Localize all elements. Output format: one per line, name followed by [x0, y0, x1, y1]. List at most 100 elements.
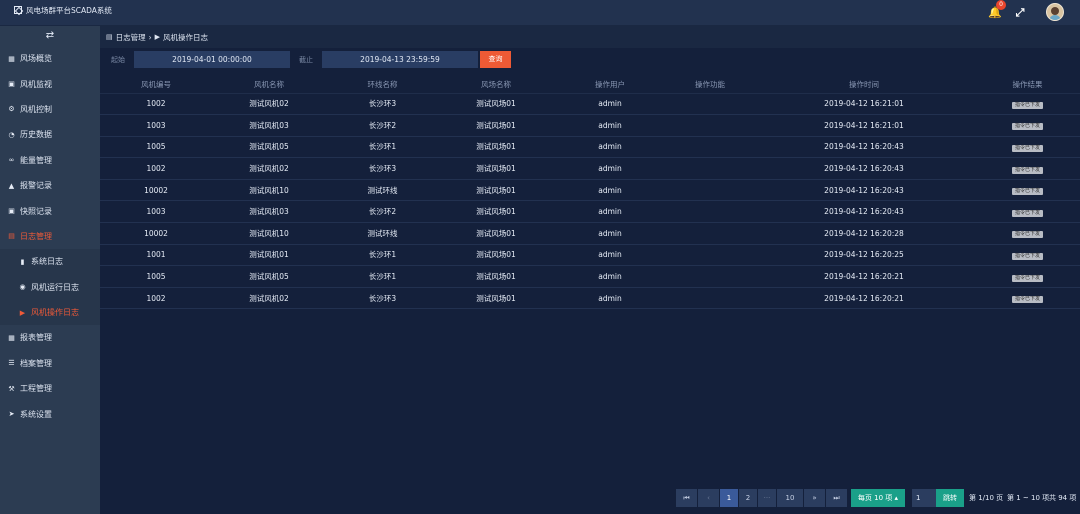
- notification-count-badge: 0: [996, 0, 1006, 10]
- start-time-input[interactable]: 2019-04-01 00:00:00: [134, 51, 290, 68]
- camera-icon: ▣: [8, 80, 15, 89]
- sidebar-item-logs[interactable]: ▤ 日志管理: [0, 224, 100, 249]
- sidebar-item-monitor[interactable]: ▣ 风机监视: [0, 71, 100, 96]
- table-cell: 测试风机02: [212, 287, 326, 310]
- sidebar-item-label: 风机运行日志: [31, 282, 79, 292]
- jump-button[interactable]: 跳转: [936, 489, 964, 507]
- table-cell: 测试风机05: [212, 265, 326, 288]
- sidebar-item-alarms[interactable]: ▲ 报警记录: [0, 173, 100, 198]
- end-time-input[interactable]: 2019-04-13 23:59:59: [322, 51, 478, 68]
- table-cell: 1003: [100, 114, 212, 137]
- page-button[interactable]: 2: [739, 489, 757, 507]
- table-cell: 2019-04-12 16:20:28: [753, 222, 975, 245]
- top-bar: 风电场群平台SCADA系统 🔔 0 ⤢: [0, 0, 1080, 26]
- sidebar-item-system-log[interactable]: ▮ 系统日志: [0, 249, 100, 274]
- table-header-row: 风机编号 风机名称 环线名称 风场名称 操作用户 操作功能 操作时间 操作结果: [100, 76, 1080, 94]
- table-cell: 测试风机02: [212, 93, 326, 116]
- breadcrumb-parent[interactable]: 日志管理: [116, 32, 146, 43]
- table-cell: 1002: [100, 287, 212, 310]
- fullscreen-icon[interactable]: ⤢: [1013, 6, 1027, 20]
- column-header: 风机编号: [100, 76, 212, 94]
- table-cell: 测试风机03: [212, 114, 326, 137]
- sidebar-item-turbine-run-log[interactable]: ◉ 风机运行日志: [0, 275, 100, 300]
- table-row: 1005 测试风机05 长沙环1 测试风场01 admin 2019-04-12 16:2…: [100, 136, 1080, 159]
- table-cell: 测试环线: [326, 222, 439, 245]
- last-page-button[interactable]: ⏭: [826, 489, 847, 507]
- sidebar-item-label: 快照记录: [20, 206, 52, 216]
- table-body: 1002 测试风机02 长沙环3 测试风场01 admin 2019-04-12 16:2…: [100, 93, 1080, 310]
- result-cell: 指令已下发: [975, 179, 1080, 202]
- table-cell: [667, 265, 753, 288]
- table-cell: 长沙环3: [326, 93, 439, 116]
- status-badge: 指令已下发: [1011, 144, 1043, 152]
- status-badge: 指令已下发: [1011, 123, 1043, 131]
- sidebar-item-settings[interactable]: ➤ 系统设置: [0, 401, 100, 426]
- result-cell: 指令已下发: [975, 157, 1080, 180]
- table-cell: admin: [553, 244, 667, 267]
- sidebar-item-energy[interactable]: ∞ 能量管理: [0, 148, 100, 173]
- status-badge: 指令已下发: [1011, 188, 1043, 196]
- column-header: 操作时间: [753, 76, 975, 94]
- column-header: 环线名称: [326, 76, 439, 94]
- sidebar-item-archives[interactable]: ☰ 档案管理: [0, 351, 100, 376]
- table-cell: [667, 114, 753, 137]
- table-cell: [667, 222, 753, 245]
- table-cell: admin: [553, 287, 667, 310]
- table-cell: 1001: [100, 244, 212, 267]
- list-icon: ☰: [8, 359, 15, 368]
- sidebar-item-label: 系统日志: [31, 257, 63, 267]
- status-badge: 指令已下发: [1011, 274, 1043, 282]
- table-cell: 1003: [100, 200, 212, 224]
- page-ellipsis: ···: [758, 489, 776, 507]
- app-brand: 风电场群平台SCADA系统: [14, 4, 112, 16]
- sidebar-item-overview[interactable]: ▦ 风场概览: [0, 46, 100, 71]
- table-row: 1005 测试风机05 长沙环1 测试风场01 admin 2019-04-12 16:2…: [100, 265, 1080, 288]
- page-button[interactable]: 10: [777, 489, 803, 507]
- result-cell: 指令已下发: [975, 265, 1080, 288]
- file-icon: ▤: [8, 232, 15, 241]
- next-page-button[interactable]: »: [804, 489, 825, 507]
- sidebar-item-label: 档案管理: [20, 358, 52, 368]
- sidebar-item-snapshots[interactable]: ▣ 快照记录: [0, 198, 100, 223]
- sidebar-item-turbine-op-log[interactable]: ▶ 风机操作日志: [0, 300, 100, 325]
- play-icon: ▶: [19, 308, 26, 317]
- sidebar-item-reports[interactable]: ▦ 报表管理: [0, 325, 100, 350]
- query-button[interactable]: 查询: [480, 51, 511, 68]
- table-cell: 测试风场01: [439, 265, 553, 288]
- breadcrumb: ▤ 日志管理 › ▶ 风机操作日志: [100, 26, 1080, 48]
- page-button[interactable]: 1: [720, 489, 738, 507]
- result-cell: 指令已下发: [975, 287, 1080, 310]
- sidebar-item-engineering[interactable]: ⚒ 工程管理: [0, 376, 100, 401]
- jump-page-input[interactable]: 1: [912, 489, 936, 507]
- table-row: 1002 测试风机02 长沙环3 测试风场01 admin 2019-04-12 16:2…: [100, 93, 1080, 116]
- table-cell: 测试风机10: [212, 222, 326, 245]
- page-size-select[interactable]: 每页 10 项 ▴: [851, 489, 905, 507]
- collapse-icon[interactable]: ⇄: [0, 26, 100, 46]
- table-cell: 1005: [100, 265, 212, 288]
- camera-icon: ▣: [8, 207, 15, 216]
- sidebar-item-history[interactable]: ◔ 历史数据: [0, 122, 100, 147]
- grid-icon: ▦: [8, 54, 15, 63]
- sidebar-item-control[interactable]: ⚙ 风机控制: [0, 97, 100, 122]
- breadcrumb-separator: ›: [148, 32, 152, 42]
- table-cell: [667, 287, 753, 310]
- table-cell: 测试风场01: [439, 179, 553, 202]
- table-cell: 长沙环2: [326, 200, 439, 224]
- breadcrumb-current: 风机操作日志: [163, 32, 209, 42]
- gear-icon: ⚙: [8, 105, 15, 114]
- first-page-button[interactable]: ⏮: [676, 489, 697, 507]
- table-cell: 10002: [100, 222, 212, 245]
- prev-page-button[interactable]: ‹: [698, 489, 719, 507]
- table-cell: 1005: [100, 136, 212, 159]
- table-cell: admin: [553, 222, 667, 245]
- table-cell: 长沙环1: [326, 244, 439, 267]
- table-cell: 2019-04-12 16:20:43: [753, 136, 975, 159]
- link-icon: ∞: [8, 156, 15, 165]
- table-cell: 测试风场01: [439, 244, 553, 267]
- table-cell: 测试风场01: [439, 157, 553, 180]
- sidebar-item-label: 风场概览: [20, 54, 52, 64]
- table-cell: [667, 179, 753, 202]
- table-cell: 2019-04-12 16:20:21: [753, 265, 975, 288]
- status-badge: 指令已下发: [1011, 166, 1043, 174]
- user-avatar[interactable]: [1046, 3, 1064, 21]
